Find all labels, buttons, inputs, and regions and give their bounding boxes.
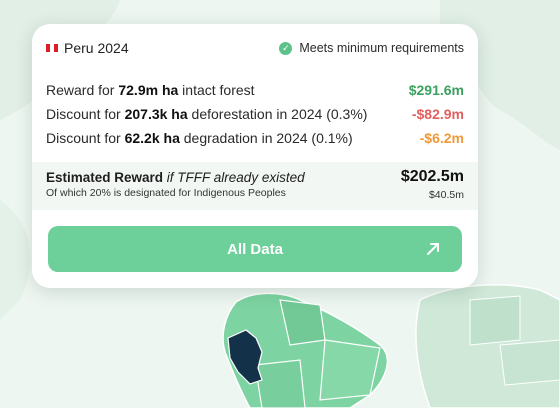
all-data-label: All Data <box>227 240 283 258</box>
row-label: Reward for 72.9m ha intact forest <box>46 82 255 98</box>
map-sa-region <box>319 339 381 401</box>
status-text: Meets minimum requirements <box>299 41 464 55</box>
arrow-up-right-icon <box>427 243 439 255</box>
estimated-reward-panel: Estimated Reward if TFFF already existed… <box>32 162 478 210</box>
deforestation-row: Discount for 207.3k ha deforestation in … <box>46 104 464 124</box>
map-landmass-faint <box>0 200 31 320</box>
map-sa-region <box>254 359 306 408</box>
peru-flag-icon <box>46 44 58 52</box>
check-circle-icon: ✓ <box>279 41 293 55</box>
country-name: Peru 2024 <box>64 40 129 56</box>
row-amount: $291.6m <box>408 82 464 98</box>
row-amount: -$82.9m <box>411 106 464 122</box>
degradation-row: Discount for 62.2k ha degradation in 202… <box>46 128 464 148</box>
row-amount: -$6.2m <box>419 130 464 146</box>
reward-row: Reward for 72.9m ha intact forest $291.6… <box>46 80 464 100</box>
estimate-value: $202.5m <box>400 168 464 185</box>
reward-card: Peru 2024 ✓ Meets minimum requirements R… <box>32 24 478 288</box>
row-label: Discount for 207.3k ha deforestation in … <box>46 106 368 122</box>
map-africa-region <box>499 339 560 386</box>
estimate-title: Estimated Reward if TFFF already existed <box>46 170 305 185</box>
card-header: Peru 2024 ✓ Meets minimum requirements <box>46 38 464 58</box>
estimate-subtitle: Of which 20% is designated for Indigenou… <box>46 187 286 199</box>
status-indicator: ✓ Meets minimum requirements <box>279 41 464 55</box>
all-data-button[interactable]: All Data <box>48 226 462 272</box>
country-label: Peru 2024 <box>46 40 129 56</box>
map-africa-region <box>469 295 521 346</box>
estimate-indigenous-value: $40.5m <box>428 189 464 201</box>
row-label: Discount for 62.2k ha degradation in 202… <box>46 130 353 146</box>
